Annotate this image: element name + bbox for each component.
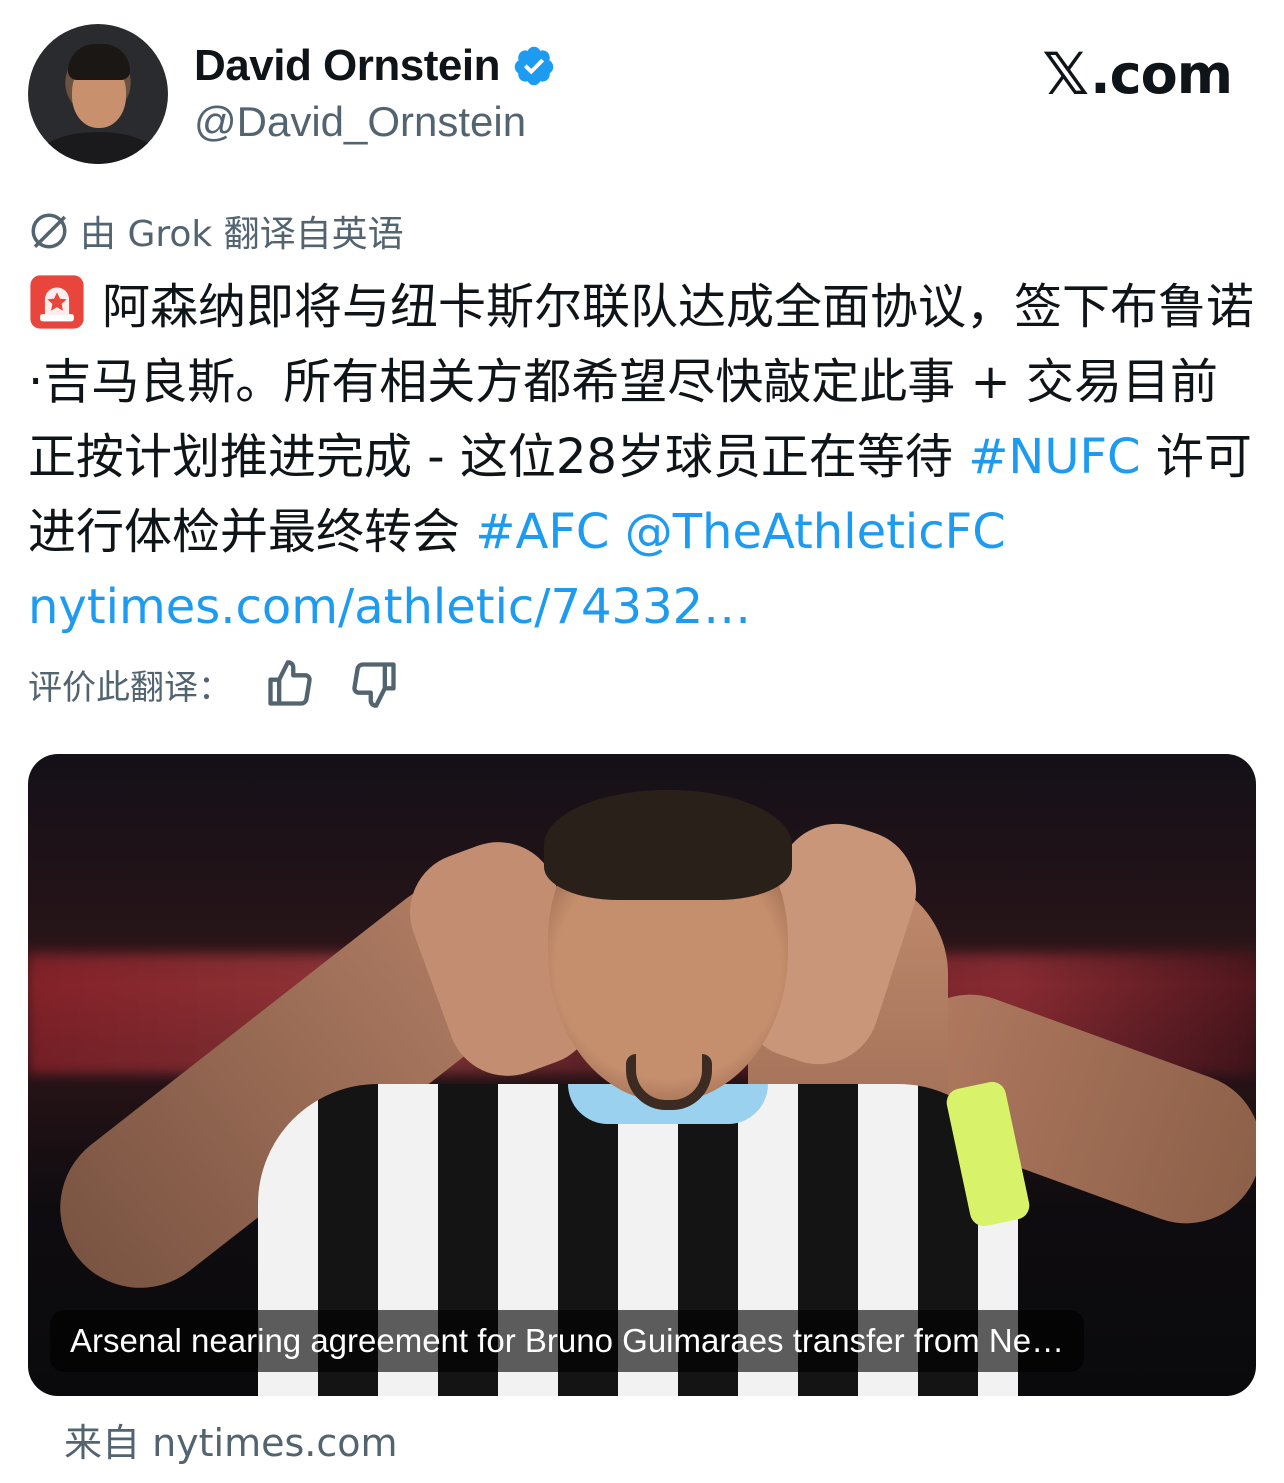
tweet-body: 阿森纳即将与纽卡斯尔联队达成全面协议，签下布鲁诺·吉马良斯。所有相关方都希望尽快…	[28, 279, 1254, 635]
site-brand: 𝕏 .com	[1042, 40, 1233, 108]
link-preview-card[interactable]: Arsenal nearing agreement for Bruno Guim…	[28, 754, 1256, 1396]
author-handle[interactable]: @David_Ornstein	[194, 98, 526, 146]
author-display-name[interactable]: David Ornstein	[194, 41, 500, 91]
globe-off-icon	[31, 213, 67, 249]
thumbs-up-icon[interactable]	[264, 658, 316, 710]
tweet-text: 阿森纳即将与纽卡斯尔联队达成全面协议，签下布鲁诺·吉马良斯。所有相关方都希望尽快…	[28, 270, 1264, 645]
author-name-row: David Ornstein	[194, 36, 556, 96]
tweet-link[interactable]: @TheAthleticFC	[625, 504, 1006, 560]
verified-badge-icon	[514, 46, 554, 86]
tweet-text-segment	[609, 504, 624, 560]
link-preview-caption: Arsenal nearing agreement for Bruno Guim…	[50, 1310, 1085, 1372]
tweet-link[interactable]: #NUFC	[968, 429, 1140, 485]
siren-icon	[30, 275, 84, 329]
author-avatar[interactable]	[28, 24, 168, 164]
avatar-hair	[68, 44, 130, 80]
tweet-link[interactable]: #AFC	[475, 504, 609, 560]
avatar-shirt	[38, 132, 158, 164]
rate-translation-label: 评价此翻译：	[28, 667, 232, 708]
site-brand-text: .com	[1090, 42, 1233, 106]
translation-notice: 由 Grok 翻译自英语	[28, 206, 404, 256]
tweet-link[interactable]: nytimes.com/athletic/74332…	[28, 579, 751, 635]
player-hair	[544, 790, 792, 900]
translation-notice-text: 由 Grok 翻译自英语	[80, 214, 404, 255]
x-logo-icon: 𝕏	[1042, 40, 1089, 108]
thumbs-down-icon[interactable]	[348, 658, 400, 710]
link-source[interactable]: 来自 nytimes.com	[64, 1412, 398, 1467]
rate-translation-row: 评价此翻译：	[28, 658, 400, 710]
